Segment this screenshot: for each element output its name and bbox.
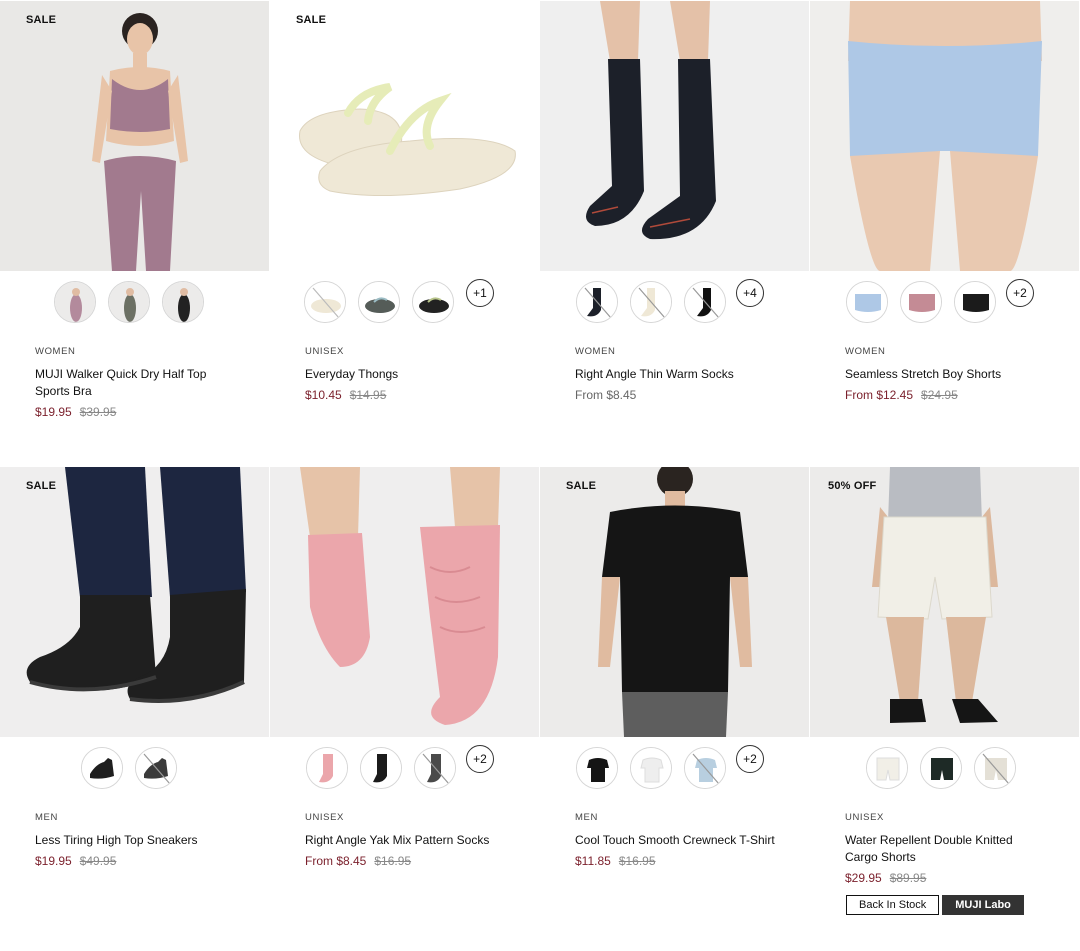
- color-swatch-unavailable[interactable]: [135, 747, 177, 789]
- product-category: UNISEX: [305, 812, 344, 823]
- color-swatch[interactable]: [412, 281, 454, 323]
- product-name[interactable]: Right Angle Yak Mix Pattern Socks: [305, 832, 505, 849]
- more-colors-button[interactable]: +2: [466, 745, 494, 773]
- color-swatch[interactable]: [358, 281, 400, 323]
- sale-price: $11.85: [575, 854, 611, 868]
- product-image[interactable]: [0, 1, 269, 271]
- product-price: From $8.45 $16.95: [305, 853, 505, 869]
- product-price: $19.95 $39.95: [35, 404, 235, 420]
- more-colors-button[interactable]: +2: [736, 745, 764, 773]
- product-image[interactable]: [270, 467, 539, 737]
- original-price: $24.95: [921, 388, 958, 402]
- color-swatch[interactable]: [306, 747, 348, 789]
- sale-price: $19.95: [35, 405, 72, 419]
- sale-badge: SALE: [566, 480, 597, 492]
- more-colors-button[interactable]: +4: [736, 279, 764, 307]
- product-info: MEN Less Tiring High Top Sneakers $19.95…: [35, 812, 235, 869]
- color-swatch-unavailable[interactable]: [684, 747, 726, 789]
- more-colors-button[interactable]: +2: [1006, 279, 1034, 307]
- product-image[interactable]: [810, 1, 1079, 271]
- color-swatch[interactable]: [108, 281, 150, 323]
- product-image[interactable]: [0, 467, 269, 737]
- sale-price: From $8.45: [305, 854, 367, 868]
- color-swatch[interactable]: [81, 747, 123, 789]
- product-category: WOMEN: [35, 346, 76, 357]
- product-price: $10.45 $14.95: [305, 387, 505, 403]
- product-name[interactable]: Right Angle Thin Warm Socks: [575, 366, 775, 383]
- product-category: UNISEX: [845, 812, 884, 823]
- color-swatch[interactable]: [954, 281, 996, 323]
- product-image[interactable]: [540, 467, 809, 737]
- color-swatch[interactable]: [162, 281, 204, 323]
- product-image[interactable]: [540, 1, 809, 271]
- product-name[interactable]: Seamless Stretch Boy Shorts: [845, 366, 1045, 383]
- color-swatches: [0, 747, 270, 791]
- product-info: WOMEN Right Angle Thin Warm Socks From $…: [575, 346, 775, 403]
- original-price: $16.95: [618, 854, 656, 868]
- sale-badge: SALE: [296, 14, 327, 26]
- original-price: $14.95: [349, 388, 387, 402]
- color-swatch-unavailable[interactable]: [414, 747, 456, 789]
- color-swatch[interactable]: [576, 747, 618, 789]
- color-swatches: [810, 747, 1080, 791]
- discount-badge: 50% OFF: [828, 480, 877, 492]
- color-swatch-unavailable[interactable]: [304, 281, 346, 323]
- color-swatch[interactable]: [360, 747, 402, 789]
- product-category: WOMEN: [845, 346, 886, 357]
- original-price: $89.95: [889, 871, 927, 885]
- sale-badge: SALE: [26, 14, 57, 26]
- original-price: $39.95: [79, 405, 117, 419]
- product-info: WOMEN MUJI Walker Quick Dry Half Top Spo…: [35, 346, 235, 420]
- muji-labo-tag[interactable]: MUJI Labo: [942, 895, 1024, 915]
- color-swatch[interactable]: [866, 747, 908, 789]
- product-name[interactable]: MUJI Walker Quick Dry Half Top Sports Br…: [35, 366, 235, 400]
- product-info: WOMEN Seamless Stretch Boy Shorts From $…: [845, 346, 1045, 403]
- product-price: $19.95 $49.95: [35, 853, 235, 869]
- product-info: UNISEX Right Angle Yak Mix Pattern Socks…: [305, 812, 505, 869]
- original-price: $16.95: [374, 854, 412, 868]
- product-info: UNISEX Everyday Thongs $10.45 $14.95: [305, 346, 505, 403]
- product-info: MEN Cool Touch Smooth Crewneck T-Shirt $…: [575, 812, 775, 869]
- product-image[interactable]: [270, 1, 539, 271]
- color-swatch-unavailable[interactable]: [576, 281, 618, 323]
- sale-badge: SALE: [26, 480, 57, 492]
- color-swatch-unavailable[interactable]: [974, 747, 1016, 789]
- color-swatch-unavailable[interactable]: [630, 281, 672, 323]
- product-name[interactable]: Everyday Thongs: [305, 366, 505, 383]
- product-category: MEN: [575, 812, 598, 823]
- product-name[interactable]: Water Repellent Double Knitted Cargo Sho…: [845, 832, 1045, 866]
- product-category: WOMEN: [575, 346, 616, 357]
- product-image[interactable]: [810, 467, 1079, 737]
- product-category: MEN: [35, 812, 58, 823]
- color-swatch[interactable]: [920, 747, 962, 789]
- color-swatches: +1: [270, 279, 540, 325]
- product-price: From $8.45: [575, 387, 775, 403]
- more-colors-button[interactable]: +1: [466, 279, 494, 307]
- sale-price: $10.45: [305, 388, 342, 402]
- color-swatches: [0, 281, 270, 325]
- sale-price: $19.95: [35, 854, 72, 868]
- product-name[interactable]: Less Tiring High Top Sneakers: [35, 832, 235, 849]
- back-in-stock-tag[interactable]: Back In Stock: [846, 895, 940, 915]
- product-info: UNISEX Water Repellent Double Knitted Ca…: [845, 812, 1045, 886]
- color-swatches: +2: [540, 745, 810, 791]
- color-swatches: +2: [810, 279, 1080, 325]
- color-swatches: +2: [270, 745, 540, 791]
- color-swatch[interactable]: [54, 281, 96, 323]
- product-category: UNISEX: [305, 346, 344, 357]
- color-swatch-unavailable[interactable]: [684, 281, 726, 323]
- sale-price: From $12.45: [845, 388, 914, 402]
- product-name[interactable]: Cool Touch Smooth Crewneck T-Shirt: [575, 832, 775, 849]
- color-swatch[interactable]: [846, 281, 888, 323]
- product-tags: Back In Stock MUJI Labo: [846, 895, 1024, 915]
- product-price: From $12.45 $24.95: [845, 387, 1045, 403]
- original-price: $49.95: [79, 854, 117, 868]
- sale-price: $29.95: [845, 871, 882, 885]
- product-price: $11.85 $16.95: [575, 853, 775, 869]
- color-swatch[interactable]: [900, 281, 942, 323]
- product-price: $29.95 $89.95: [845, 870, 1045, 886]
- color-swatch[interactable]: [630, 747, 672, 789]
- color-swatches: +4: [540, 279, 810, 325]
- regular-price: From $8.45: [575, 388, 637, 402]
